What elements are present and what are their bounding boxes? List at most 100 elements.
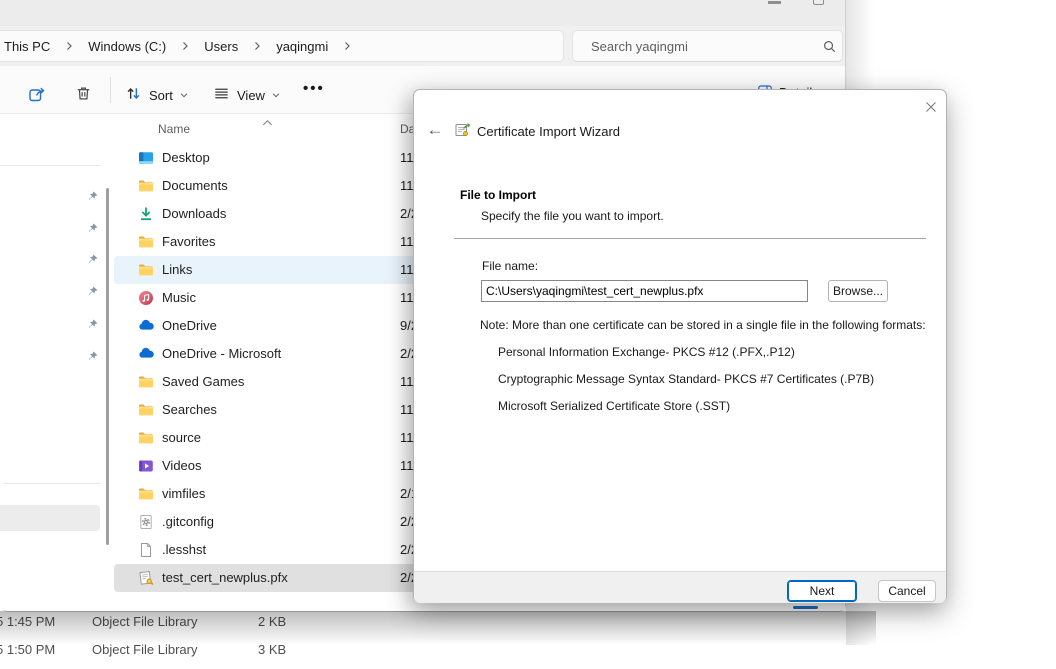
wizard-heading: File to Import	[460, 188, 536, 202]
chevron-down-icon	[179, 88, 189, 103]
folder-icon: против	[138, 486, 154, 502]
separator	[454, 238, 926, 239]
file-name: .lesshst	[162, 542, 206, 557]
file-name: test_cert_newplus.pfx	[162, 570, 288, 585]
address-bar[interactable]: This PC Windows (C:) Users yaqingmi	[0, 30, 564, 62]
desktop-icon	[138, 150, 154, 166]
file-name: Saved Games	[162, 374, 244, 389]
file-name: Searches	[162, 402, 217, 417]
pin-icon	[86, 350, 99, 363]
file-name: Music	[162, 290, 196, 305]
search-input[interactable]	[573, 39, 816, 54]
vertical-scrollbar-thumb[interactable]	[106, 188, 109, 545]
format-item: Personal Information Exchange- PKCS #12 …	[498, 345, 795, 359]
file-name-label: File name:	[482, 259, 538, 273]
file-size: 3 KB	[258, 642, 286, 657]
file-name: OneDrive	[162, 318, 217, 333]
search-box[interactable]	[572, 30, 843, 62]
chevron-right-icon[interactable]	[339, 40, 355, 52]
chevron-down-icon	[271, 88, 281, 103]
pin-icon	[86, 285, 99, 298]
file-name: Videos	[162, 458, 202, 473]
browse-button[interactable]: Browse...	[828, 280, 888, 302]
nav-divider	[0, 165, 100, 166]
file-name: Links	[162, 262, 192, 277]
column-header-name[interactable]: Name	[158, 122, 190, 136]
view-button[interactable]: View	[212, 84, 281, 106]
file-type: Object File Library	[92, 614, 197, 629]
share-icon	[27, 84, 47, 107]
sort-button[interactable]: Sort	[124, 84, 189, 106]
breadcrumb-item[interactable]: This PC	[0, 36, 57, 57]
file-time: 5 1:50 PM	[0, 642, 55, 657]
breadcrumb-item[interactable]: yaqingmi	[269, 36, 335, 57]
dialog-title: Certificate Import Wizard	[477, 124, 620, 139]
file-name: Desktop	[162, 150, 210, 165]
folder-icon: против	[138, 430, 154, 446]
breadcrumb-item[interactable]: Users	[197, 36, 245, 57]
minimize-icon[interactable]	[768, 1, 781, 4]
back-arrow-icon[interactable]: ←	[425, 120, 445, 140]
file-name: vimfiles	[162, 486, 205, 501]
more-icon: •••	[303, 80, 325, 97]
file-name: source	[162, 430, 201, 445]
chevron-right-icon[interactable]	[177, 40, 193, 52]
breadcrumb: This PC Windows (C:) Users yaqingmi	[0, 36, 355, 57]
certificate-icon	[138, 570, 154, 586]
note-text: Note: More than one certificate can be s…	[480, 318, 926, 332]
file-name: Favorites	[162, 234, 215, 249]
next-button[interactable]: Next	[787, 580, 857, 602]
close-icon[interactable]	[920, 96, 942, 118]
certificate-import-wizard-dialog: ← Certificate Import Wizard File to Impo…	[413, 89, 947, 603]
folder-icon: против	[138, 402, 154, 418]
chevron-right-icon[interactable]	[249, 40, 265, 52]
dialog-footer	[414, 571, 946, 603]
gear-file-icon	[138, 514, 154, 530]
format-item: Microsoft Serialized Certificate Store (…	[498, 399, 730, 413]
file-type: Object File Library	[92, 642, 197, 657]
nav-selected-item[interactable]	[0, 505, 100, 531]
file-time: 5 1:45 PM	[0, 614, 55, 629]
folder-icon: против	[138, 262, 154, 278]
folder-icon: против	[138, 234, 154, 250]
navigation-pane	[0, 114, 110, 610]
trash-icon	[74, 84, 93, 106]
delete-button[interactable]	[74, 84, 93, 106]
maximize-icon[interactable]	[813, 0, 824, 5]
file-name: Documents	[162, 178, 228, 193]
pin-icon	[86, 253, 99, 266]
folder-icon: против	[138, 178, 154, 194]
cloud-icon	[138, 346, 154, 362]
background-file-row: 5 1:50 PM Object File Library 3 KB	[0, 642, 420, 664]
certificate-wizard-icon	[454, 121, 471, 138]
more-options-button[interactable]: •••	[303, 80, 325, 97]
search-icon	[816, 39, 842, 54]
sort-ascending-icon	[262, 114, 273, 132]
videos-icon	[138, 458, 154, 474]
background-file-row: 5 1:45 PM Object File Library 2 KB	[0, 614, 420, 636]
folder-icon: против	[138, 374, 154, 390]
chevron-right-icon[interactable]	[61, 40, 77, 52]
sort-label: Sort	[149, 88, 173, 103]
explorer-titlebar	[0, 0, 845, 26]
pin-icon	[86, 190, 99, 203]
explorer-address-bar-row: This PC Windows (C:) Users yaqingmi	[0, 26, 845, 66]
breadcrumb-item[interactable]: Windows (C:)	[81, 36, 173, 57]
pin-icon	[86, 222, 99, 235]
nav-divider	[4, 483, 100, 484]
format-item: Cryptographic Message Syntax Standard- P…	[498, 372, 874, 386]
file-size: 2 KB	[258, 614, 286, 629]
file-name-input[interactable]	[481, 280, 808, 302]
pin-icon	[86, 318, 99, 331]
screen: 5 1:45 PM Object File Library 2 KB 5 1:50 P…	[0, 0, 1056, 669]
view-icon	[212, 84, 231, 106]
file-name: Downloads	[162, 206, 226, 221]
wizard-subheading: Specify the file you want to import.	[481, 209, 664, 223]
share-button[interactable]	[27, 84, 47, 107]
file-name: OneDrive - Microsoft	[162, 346, 281, 361]
horizontal-scrollbar-thumb[interactable]	[793, 606, 818, 609]
downloads-icon	[138, 206, 154, 222]
view-label: View	[237, 88, 265, 103]
file-name: .gitconfig	[162, 514, 214, 529]
cancel-button[interactable]: Cancel	[878, 580, 936, 602]
